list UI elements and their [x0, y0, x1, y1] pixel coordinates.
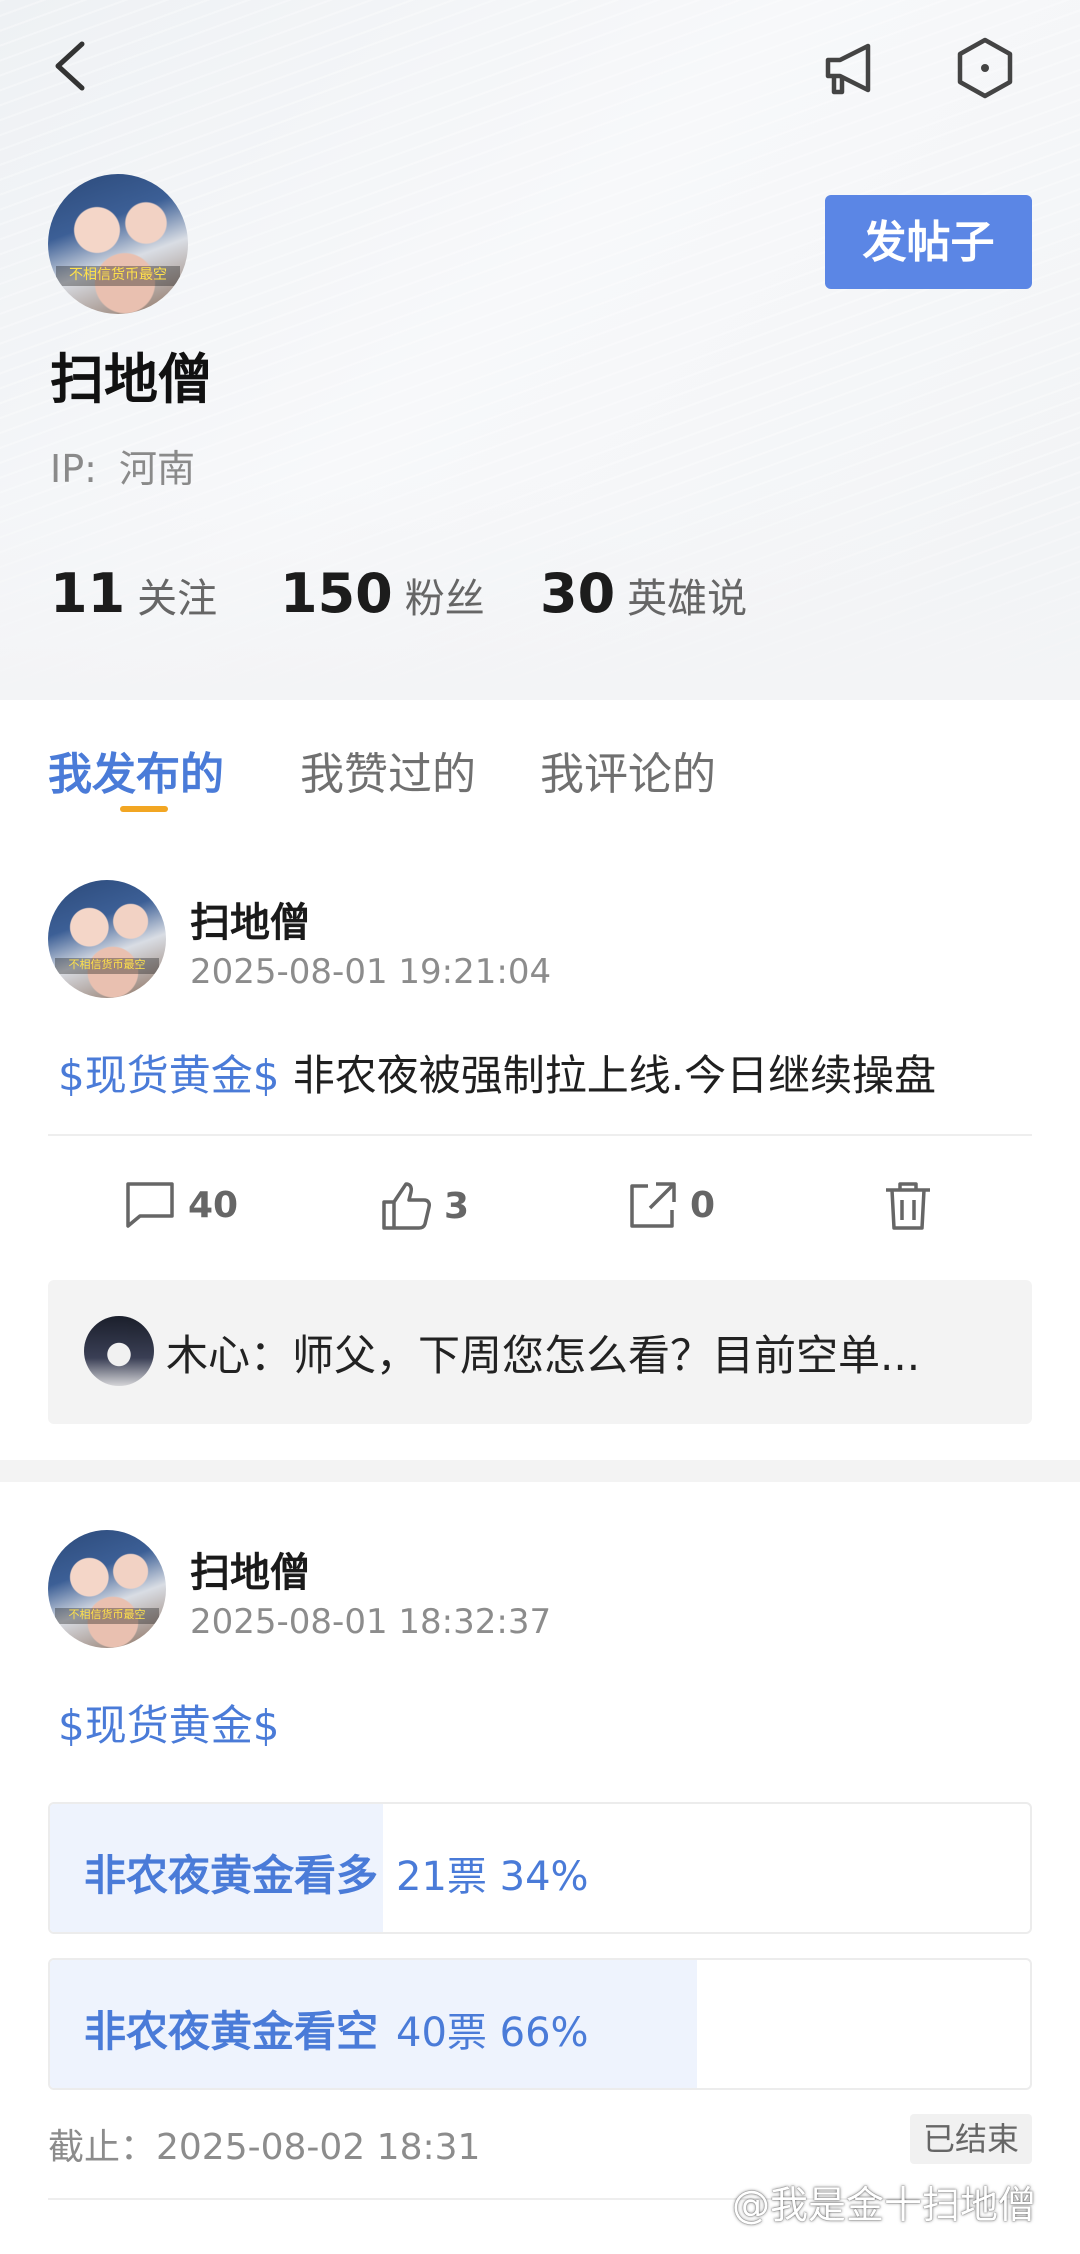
poll-option-stat: 40票 66%	[396, 2010, 589, 2056]
stat-following[interactable]: 11 关注	[50, 562, 217, 625]
poll-status-badge: 已结束	[910, 2114, 1032, 2164]
avatar-caption: 不相信货币最空	[55, 957, 159, 975]
create-post-button[interactable]: 发帖子	[825, 195, 1032, 289]
poll-option-label: 非农夜黄金看空	[84, 2007, 379, 2056]
like-count: 3	[444, 1185, 470, 1227]
profile-ip: IP: 河南	[50, 438, 195, 493]
ip-label: IP:	[50, 447, 97, 491]
top-comment-preview[interactable]: 木心：师父，下周您怎么看？目前空单...	[48, 1280, 1032, 1424]
avatar-caption: 不相信货币最空	[56, 266, 180, 286]
watermark: @我是金十扫地僧	[732, 2183, 1037, 2227]
thumbs-up-icon	[382, 1182, 431, 1230]
post-body-text: 非农夜被强制拉上线.今日继续操盘	[279, 1051, 937, 1100]
post-author-name[interactable]: 扫地僧	[190, 890, 310, 948]
megaphone-icon[interactable]	[820, 38, 880, 98]
poll-option[interactable]: 非农夜黄金看空 40票 66%	[48, 1958, 1032, 2090]
avatar-caption: 不相信货币最空	[55, 1607, 159, 1625]
profile-username: 扫地僧	[50, 348, 212, 411]
comment-button[interactable]: 40	[124, 1180, 238, 1230]
stat-followers-value: 150	[280, 562, 393, 625]
poll-option-label: 非农夜黄金看多	[84, 1851, 379, 1900]
active-tab-indicator	[120, 806, 168, 812]
hexagon-settings-icon[interactable]	[954, 36, 1016, 100]
post-content[interactable]: $现货黄金$ 非农夜被强制拉上线.今日继续操盘	[58, 1042, 936, 1103]
commenter-avatar	[84, 1316, 154, 1386]
ip-value: 河南	[119, 447, 196, 491]
poll-option[interactable]: 非农夜黄金看多 21票 34%	[48, 1802, 1032, 1934]
tab-my-likes[interactable]: 我赞过的	[300, 738, 476, 802]
post-timestamp: 2025-08-01 19:21:04	[190, 952, 552, 992]
post-author-avatar[interactable]: 不相信货币最空	[48, 880, 166, 998]
share-icon	[630, 1182, 676, 1228]
poll-deadline: 截止：2025-08-02 18:31	[48, 2127, 481, 2168]
post-timestamp: 2025-08-01 18:32:37	[190, 1602, 552, 1642]
post-separator	[0, 1460, 1080, 1482]
post-content[interactable]: $现货黄金$	[58, 1692, 279, 1753]
share-count: 0	[690, 1184, 716, 1226]
poll-option-text: 非农夜黄金看多 21票 34%	[84, 1842, 589, 1903]
back-icon[interactable]	[48, 36, 92, 96]
delete-button[interactable]	[884, 1180, 932, 1232]
post-author-avatar[interactable]: 不相信货币最空	[48, 1530, 166, 1648]
stat-hero-talk-label: 英雄说	[627, 576, 748, 622]
stock-tag-link[interactable]: $现货黄金$	[58, 1051, 279, 1100]
divider	[48, 1134, 1032, 1136]
stat-following-label: 关注	[137, 576, 218, 622]
stock-tag-link[interactable]: $现货黄金$	[58, 1701, 279, 1750]
comment-icon	[126, 1182, 174, 1228]
stat-followers[interactable]: 150 粉丝	[280, 562, 485, 625]
trash-icon	[886, 1182, 930, 1230]
stat-hero-talk-value: 30	[540, 562, 616, 625]
top-comment-text: 木心：师父，下周您怎么看？目前空单...	[166, 1331, 921, 1380]
like-button[interactable]: 3	[380, 1180, 469, 1232]
comment-count: 40	[188, 1184, 239, 1226]
tab-my-posts[interactable]: 我发布的	[48, 738, 224, 802]
share-button[interactable]: 0	[628, 1180, 715, 1230]
profile-avatar[interactable]: 不相信货币最空	[48, 174, 188, 314]
poll-option-stat: 21票 34%	[396, 1854, 589, 1900]
stat-following-value: 11	[50, 562, 126, 625]
poll-option-text: 非农夜黄金看空 40票 66%	[84, 1998, 589, 2059]
post-author-name[interactable]: 扫地僧	[190, 1540, 310, 1598]
stat-hero-talk[interactable]: 30 英雄说	[540, 562, 747, 625]
stat-followers-label: 粉丝	[404, 576, 485, 622]
tab-my-comments[interactable]: 我评论的	[540, 738, 716, 802]
